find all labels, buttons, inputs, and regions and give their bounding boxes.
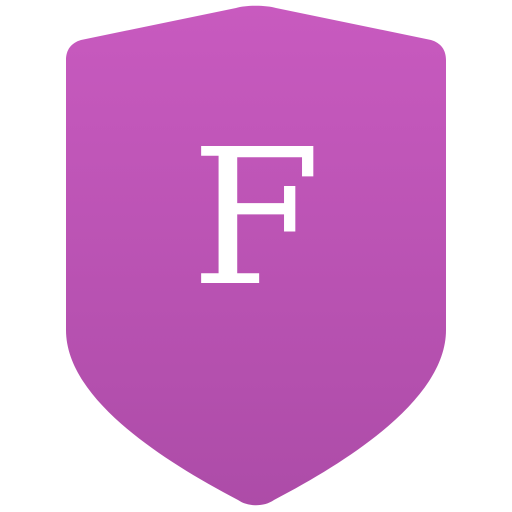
logo-letter: F — [190, 109, 322, 328]
shield-logo: F — [0, 0, 512, 512]
